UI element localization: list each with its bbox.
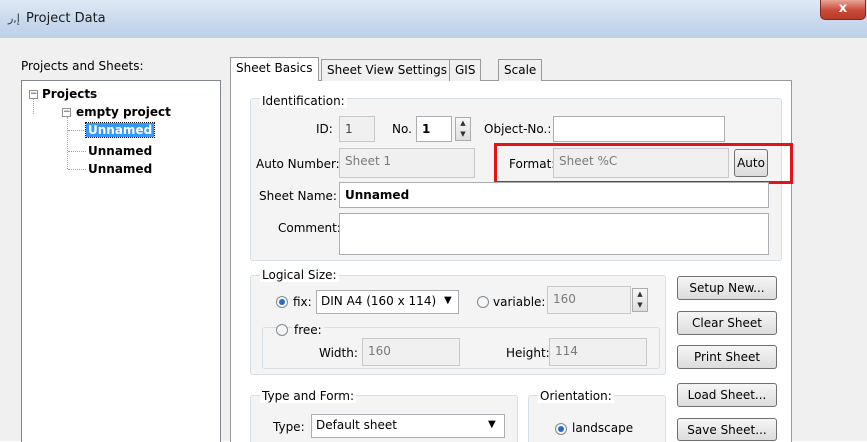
spin-up-icon[interactable]: ▲ [456,118,470,129]
height-label: Height: [506,346,550,360]
variable-field: 160 [547,286,631,314]
logical-size-label: Logical Size: [260,268,339,282]
app-icon: ﺇ,ﺭ [8,12,20,25]
type-label: Type: [273,420,305,434]
sheet-name-label: Sheet Name: [259,189,337,203]
free-label: free: [292,323,324,337]
auto-number-field: Sheet 1 [339,148,475,178]
spin-up-icon: ▲ [637,290,643,298]
identification-label: Identification: [260,94,347,108]
tree-sheet[interactable]: Unnamed [88,162,152,176]
format-highlight-box [494,143,793,184]
dropdown-arrow-icon[interactable]: ▼ [444,295,452,306]
fix-radio[interactable] [276,296,288,308]
comment-field[interactable] [339,213,769,255]
object-no-field[interactable] [553,116,725,142]
projects-label: Projects and Sheets: [21,59,144,73]
id-field: 1 [339,116,375,142]
free-radio[interactable] [276,324,288,336]
fix-label: fix: [293,295,312,309]
tab-sheet-view-settings[interactable]: Sheet View Settings [321,59,454,81]
no-spinner[interactable]: ▲ ▼ [455,117,471,141]
tree-root-projects[interactable]: Projects [42,87,97,101]
type-form-label: Type and Form: [260,389,357,403]
load-sheet-button[interactable]: Load Sheet... [677,383,777,407]
collapse-icon[interactable]: − [62,108,71,117]
tree-connector [68,130,86,131]
no-label: No. [392,122,412,136]
orientation-label: Orientation: [538,389,614,403]
spin-down-icon[interactable]: ▼ [456,129,470,140]
fix-size-value: DIN A4 (160 x 114) [321,294,437,308]
id-label: ID: [316,122,333,136]
variable-label: variable: [493,295,546,309]
spin-down-icon: ▼ [637,301,643,309]
tab-gis[interactable]: GIS [449,59,482,81]
window-title: Project Data [26,11,106,26]
height-field: 114 [549,338,647,366]
tree-connector [68,151,86,152]
collapse-icon[interactable]: − [29,90,38,99]
tab-scale[interactable]: Scale [498,59,543,81]
save-sheet-button[interactable]: Save Sheet... [677,418,777,441]
auto-number-label: Auto Number: [256,157,340,171]
setup-new-button[interactable]: Setup New... [677,276,777,300]
variable-spinner: ▲ ▼ [632,288,648,312]
width-field: 160 [362,338,460,366]
comment-label: Comment: [278,221,341,235]
no-field[interactable]: 1 [416,116,452,142]
landscape-radio[interactable] [555,423,567,435]
tree-sheet[interactable]: Unnamed [84,122,156,138]
type-select[interactable]: Default sheet [311,414,505,438]
close-button[interactable]: x [820,0,866,20]
tab-sheet-basics[interactable]: Sheet Basics [230,57,319,81]
landscape-label: landscape [572,421,634,435]
tree-connector [67,117,68,169]
variable-radio[interactable] [477,296,489,308]
tree-project[interactable]: empty project [76,105,171,119]
title-bar [0,0,867,39]
clear-sheet-button[interactable]: Clear Sheet [677,311,777,335]
tree-sheet[interactable]: Unnamed [88,144,152,158]
sheet-name-field[interactable]: Unnamed [339,182,769,208]
tree-connector [68,169,86,170]
width-label: Width: [319,346,358,360]
type-value: Default sheet [316,418,397,432]
fix-size-select[interactable]: DIN A4 (160 x 114) [316,290,459,314]
tree-connector [33,99,34,114]
dropdown-arrow-icon[interactable]: ▼ [488,419,496,430]
object-no-label: Object-No.: [484,122,552,136]
print-sheet-button[interactable]: Print Sheet [677,345,777,369]
